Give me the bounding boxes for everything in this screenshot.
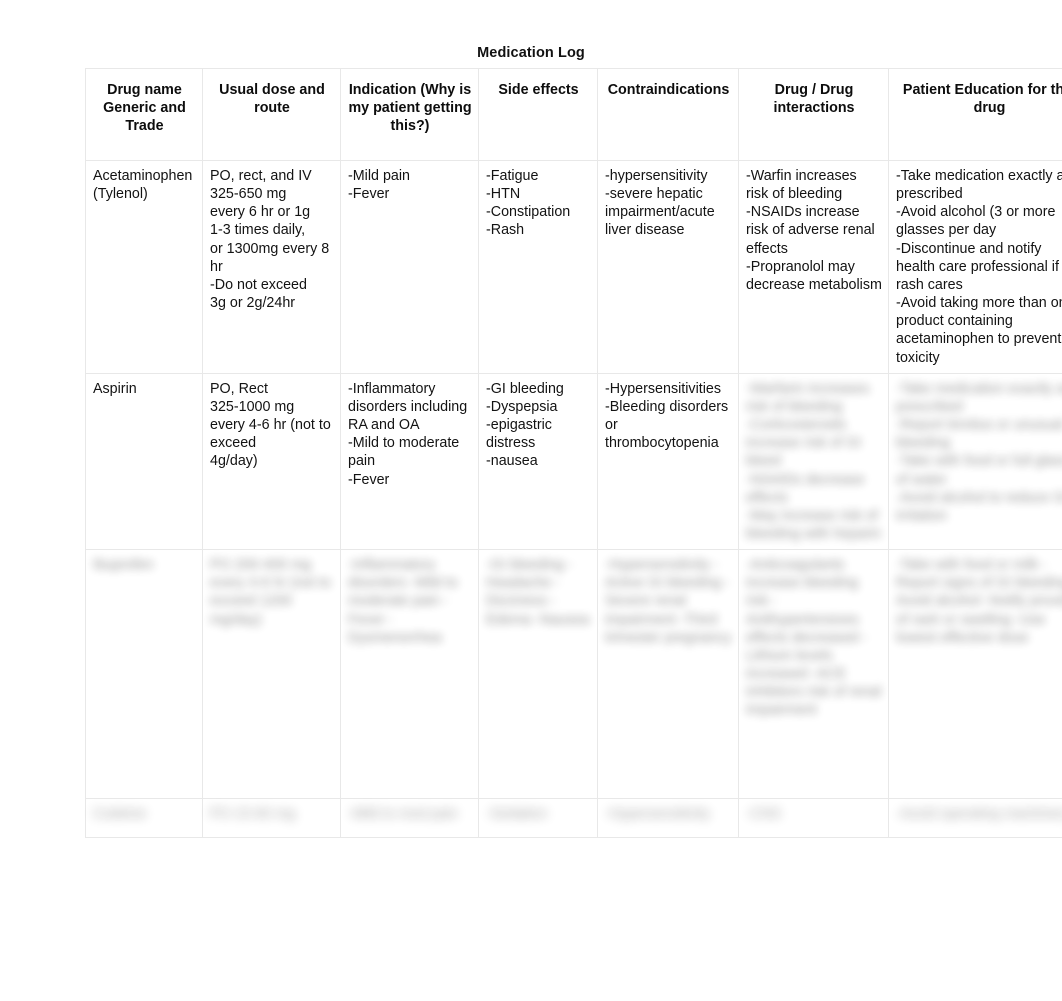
cell-usual-dose: PO, rect, and IV 325-650 mg every 6 hr o…: [202, 160, 341, 374]
cell-side-effects: -GI bleeding -Dyspepsia -epigastric dist…: [478, 372, 598, 551]
cell-drug-name: Acetaminophen (Tylenol): [85, 160, 203, 374]
cell-usual-dose-redacted: PO 200-400 mg every 4-6 hr (not to excee…: [202, 549, 341, 800]
cell-patient-education-redacted: -Take medication exactly as prescribed -…: [888, 372, 1062, 551]
cell-drug-interactions: -Warfin increases risk of bleeding -NSAI…: [738, 160, 889, 374]
cell-contraindications-redacted: -Hypersensitivity: [597, 798, 739, 839]
cell-drug-name-redacted: Codeine: [85, 798, 203, 839]
cell-drug-name-redacted: Ibuprofen: [85, 549, 203, 800]
cell-drug-interactions-redacted: -Warfarin increases risk of bleeding -Co…: [738, 372, 889, 551]
table-row: Acetaminophen (Tylenol) PO, rect, and IV…: [85, 160, 1062, 374]
cell-patient-education-redacted: -Take with food or milk -Report signs of…: [888, 549, 1062, 800]
column-header-indication: Indication (Why is my patient getting th…: [340, 68, 479, 161]
table-row: Ibuprofen PO 200-400 mg every 4-6 hr (no…: [85, 549, 1062, 800]
column-header-drug-name: Drug name Generic and Trade: [85, 68, 203, 161]
cell-side-effects: -Fatigue -HTN -Constipation -Rash: [478, 160, 598, 374]
cell-contraindications-redacted: -Hypersensitivity -Active GI bleeding -S…: [597, 549, 739, 800]
cell-drug-name: Aspirin: [85, 372, 203, 551]
page-title: Medication Log: [477, 45, 585, 61]
column-header-side-effects: Side effects: [478, 68, 598, 161]
cell-drug-interactions-redacted: -CNS: [738, 798, 889, 839]
cell-patient-education-redacted: -Avoid operating machinery: [888, 798, 1062, 839]
column-header-patient-education: Patient Education for this drug: [888, 68, 1062, 161]
table-header: Drug name Generic and Trade Usual dose a…: [85, 68, 1062, 161]
cell-usual-dose: PO, Rect 325-1000 mg every 4-6 hr (not t…: [202, 372, 341, 551]
column-header-drug-interactions: Drug / Drug interactions: [738, 68, 889, 161]
column-header-contraindications: Contraindications: [597, 68, 739, 161]
cell-patient-education: -Take medication exactly as prescribed -…: [888, 160, 1062, 374]
table-header-row: Drug name Generic and Trade Usual dose a…: [85, 68, 1062, 161]
table-body: Acetaminophen (Tylenol) PO, rect, and IV…: [85, 160, 1062, 839]
cell-side-effects-redacted: -GI bleeding -Headache -Dizziness -Edema…: [478, 549, 598, 800]
cell-usual-dose-redacted: PO 15-60 mg: [202, 798, 341, 839]
table-row: Codeine PO 15-60 mg -Mild to mod pain -S…: [85, 798, 1062, 839]
cell-indication: -Mild pain -Fever: [340, 160, 479, 374]
medication-log-table: Drug name Generic and Trade Usual dose a…: [85, 68, 1062, 839]
column-header-usual-dose: Usual dose and route: [202, 68, 341, 161]
cell-side-effects-redacted: -Sedation: [478, 798, 598, 839]
cell-drug-interactions-redacted: -Anticoagulants increase bleeding risk -…: [738, 549, 889, 800]
table-row: Aspirin PO, Rect 325-1000 mg every 4-6 h…: [85, 372, 1062, 551]
cell-indication-redacted: -Inflammatory disorders -Mild to moderat…: [340, 549, 479, 800]
cell-contraindications: -Hypersensitivities -Bleeding disorders …: [597, 372, 739, 551]
cell-indication: -Inflammatory disorders including RA and…: [340, 372, 479, 551]
cell-contraindications: -hypersensitivity -severe hepatic impair…: [597, 160, 739, 374]
cell-indication-redacted: -Mild to mod pain: [340, 798, 479, 839]
document-page: Medication Log Drug name Generic and Tra…: [0, 0, 1062, 1001]
